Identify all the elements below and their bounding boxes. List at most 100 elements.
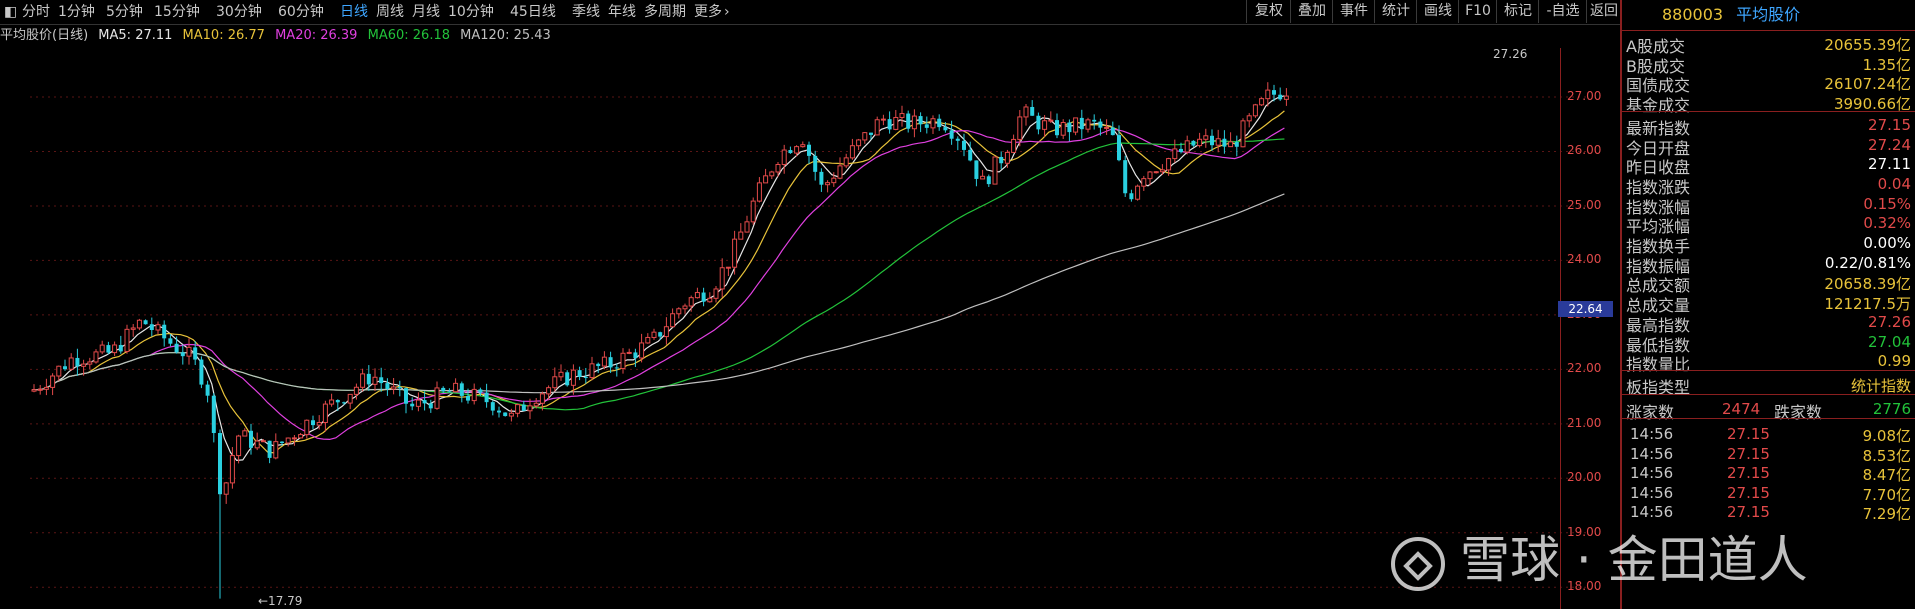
up-count-value: 2474 <box>1722 399 1761 418</box>
candle <box>199 356 204 389</box>
toolbar-button-1[interactable]: 叠加 <box>1290 0 1333 23</box>
candle <box>1259 97 1265 106</box>
period-tab-5[interactable]: 60分钟 <box>278 0 324 24</box>
toolbar-button-0[interactable]: 复权 <box>1246 0 1291 23</box>
divider <box>1622 110 1915 112</box>
candle <box>143 319 148 325</box>
period-tab-12[interactable]: 年线 <box>608 0 636 24</box>
candle <box>186 338 192 365</box>
period-tab-1[interactable]: 1分钟 <box>58 0 95 24</box>
period-tab-0[interactable]: 分时 <box>22 0 50 24</box>
toolbar-button-8[interactable]: 返回 <box>1586 0 1621 23</box>
period-tab-11[interactable]: 季线 <box>572 0 600 24</box>
candle <box>589 356 595 381</box>
candle <box>124 324 130 354</box>
candle <box>43 378 49 396</box>
candle <box>205 380 210 403</box>
candle <box>342 401 346 405</box>
period-tab-4[interactable]: 30分钟 <box>216 0 262 24</box>
candle <box>800 141 806 148</box>
candle <box>756 177 762 203</box>
candle <box>1278 87 1283 101</box>
period-tab-9[interactable]: 10分钟 <box>448 0 494 24</box>
candle <box>1023 103 1029 126</box>
candle <box>1197 132 1203 148</box>
candle <box>1283 88 1289 106</box>
candle <box>68 353 74 371</box>
candle <box>484 383 489 408</box>
period-toolbar: ◧ 分时 1分钟 5分钟 15分钟 30分钟 60分钟 日线 周线 月线 10分钟 45日线 季线 年线多… <box>0 0 1620 25</box>
candle <box>242 428 248 437</box>
period-tab-2[interactable]: 5分钟 <box>106 0 143 24</box>
candle <box>893 109 899 131</box>
tick-price: 27.15 <box>1727 464 1770 483</box>
candle <box>906 110 911 133</box>
tick-time: 14:56 <box>1630 464 1674 483</box>
candle <box>918 112 923 133</box>
candle <box>1191 140 1196 147</box>
candle <box>626 348 632 355</box>
candle <box>750 197 756 225</box>
candle <box>1246 113 1252 128</box>
ma120-value: MA120: 25.43 <box>460 28 551 43</box>
toolbar-menu-icon[interactable]: ◧ <box>4 0 17 24</box>
candle <box>856 138 862 151</box>
candle <box>254 432 260 451</box>
toolbar-button-6[interactable]: 标记 <box>1496 0 1539 23</box>
period-tab-7[interactable]: 周线 <box>376 0 404 24</box>
candle <box>521 400 526 412</box>
quote-value: 27.15 <box>1868 115 1911 134</box>
ma120-line <box>31 193 1285 394</box>
quote-value: 0.32% <box>1863 214 1911 233</box>
candle <box>347 393 353 409</box>
period-tab-3[interactable]: 15分钟 <box>154 0 200 24</box>
candle <box>719 258 725 298</box>
toolbar-button-7[interactable]: -自选 <box>1538 0 1587 23</box>
period-tab-13[interactable]: 多周期 <box>644 0 686 24</box>
quote-value: 27.26 <box>1868 312 1911 331</box>
candle <box>471 383 477 405</box>
candle <box>937 114 942 131</box>
candle <box>311 415 315 430</box>
y-tick-label: 22.00 <box>1567 361 1602 376</box>
candle <box>880 114 886 126</box>
toolbar-button-4[interactable]: 画线 <box>1416 0 1459 23</box>
candle <box>701 287 706 307</box>
breadth-row: 涨家数 2474 跌家数 2776 <box>1622 397 1915 422</box>
candle <box>713 285 719 303</box>
ma60-value: MA60: 26.18 <box>367 28 450 43</box>
candle <box>1079 109 1084 139</box>
more-chevron-icon[interactable]: › <box>724 0 730 24</box>
candlestick-chart[interactable]: 27.26 ←17.79 <box>0 48 1620 609</box>
candle <box>788 146 793 154</box>
toolbar-button-3[interactable]: 统计 <box>1374 0 1417 23</box>
candle <box>285 437 291 447</box>
board-type-row: 板指类型 统计指数 <box>1622 372 1915 397</box>
period-tab-8[interactable]: 月线 <box>412 0 440 24</box>
quote-value: 0.04 <box>1877 174 1911 193</box>
candle <box>887 111 892 134</box>
period-tab-14[interactable]: 更多 <box>694 0 722 24</box>
toolbar-button-2[interactable]: 事件 <box>1332 0 1375 23</box>
ma10-line <box>31 110 1285 454</box>
candle <box>1055 113 1059 139</box>
quote-value: 0.99 <box>1877 352 1911 371</box>
candle <box>911 109 917 138</box>
candle <box>379 367 384 392</box>
toolbar-button-5[interactable]: F10 <box>1458 0 1497 23</box>
candle <box>304 419 310 439</box>
candle <box>1104 119 1110 135</box>
candle <box>725 266 731 276</box>
candle <box>136 318 142 331</box>
candle <box>118 335 123 354</box>
candle <box>459 381 464 403</box>
period-tab-10[interactable]: 45日线 <box>510 0 556 24</box>
candle <box>986 174 991 187</box>
candle <box>1110 121 1115 136</box>
ma10-value: MA10: 26.77 <box>182 28 265 43</box>
period-tab-6[interactable]: 日线 <box>340 0 368 24</box>
quote-value: 0.22/0.81% <box>1824 253 1911 272</box>
ma5-value: MA5: 27.11 <box>98 28 173 43</box>
candle <box>1067 119 1072 142</box>
candle <box>999 151 1004 170</box>
